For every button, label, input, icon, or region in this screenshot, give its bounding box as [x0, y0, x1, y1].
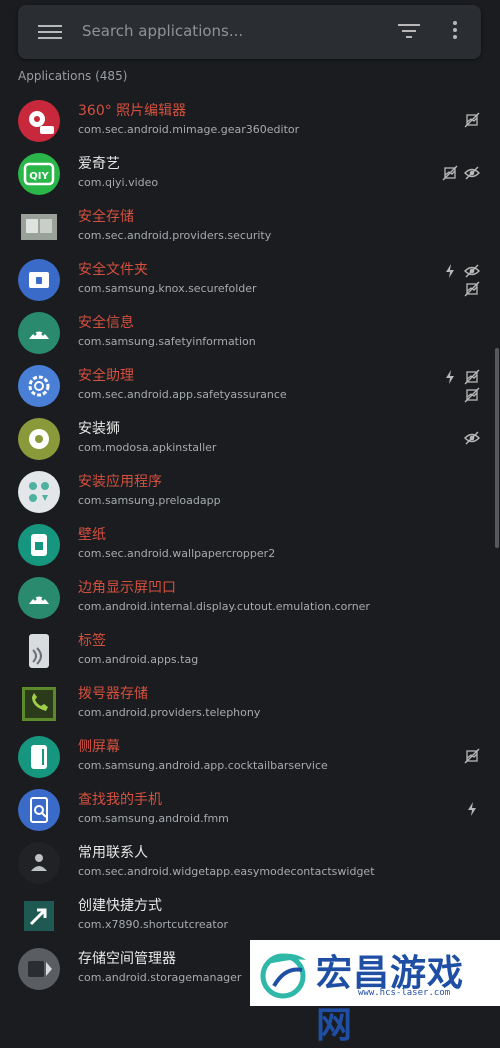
- app-package-name: com.sec.android.widgetapp.easymodecontac…: [78, 865, 375, 878]
- no-trackers-icon: [464, 281, 480, 297]
- app-list-item[interactable]: 创建快捷方式 com.x7890.shortcutcreator: [0, 889, 500, 942]
- app-package-name: com.samsung.safetyinformation: [78, 335, 256, 348]
- no-trackers-icon: [464, 112, 480, 128]
- svg-text:QIY: QIY: [29, 171, 49, 182]
- app-list-item[interactable]: 壁纸 com.sec.android.wallpapercropper2: [0, 518, 500, 571]
- app-name: 边角显示屏凹口: [78, 580, 176, 596]
- app-package-name: com.sec.android.wallpapercropper2: [78, 547, 276, 560]
- app-list-item[interactable]: 侧屏幕 com.samsung.android.app.cocktailbarse…: [0, 730, 500, 783]
- app-package-name: com.samsung.android.app.cocktailbarservi…: [78, 759, 328, 772]
- app-name: 爱奇艺: [78, 156, 120, 172]
- app-name: 查找我的手机: [78, 792, 162, 808]
- filter-icon[interactable]: [398, 24, 420, 40]
- app-icon: [18, 259, 60, 301]
- app-icon: [18, 842, 60, 884]
- app-package-name: com.modosa.apkinstaller: [78, 441, 217, 454]
- app-name: 安装狮: [78, 421, 120, 437]
- app-list-item[interactable]: 安装应用程序 com.samsung.preloadapp: [0, 465, 500, 518]
- app-status-flags: [442, 263, 482, 303]
- app-icon: [18, 895, 60, 937]
- bolt-icon: [442, 263, 458, 279]
- applications-count: Applications (485): [18, 69, 128, 83]
- search-input[interactable]: Search applications...: [82, 22, 243, 40]
- no-trackers-icon: [464, 369, 480, 385]
- app-package-name: com.android.providers.telephony: [78, 706, 261, 719]
- app-name: 存储空间管理器: [78, 951, 176, 967]
- app-name: 壁纸: [78, 527, 106, 543]
- hidden-icon: [464, 263, 480, 279]
- app-icon: [18, 630, 60, 672]
- hidden-icon: [464, 165, 480, 181]
- app-package-name: com.samsung.preloadapp: [78, 494, 221, 507]
- app-icon: [18, 736, 60, 778]
- app-icon: [18, 100, 60, 142]
- app-status-flags: [442, 422, 482, 462]
- bolt-icon: [464, 801, 480, 817]
- app-name: 侧屏幕: [78, 739, 120, 755]
- app-icon: [18, 789, 60, 831]
- app-status-flags: [442, 793, 482, 833]
- app-list-item[interactable]: 安全信息 com.samsung.safetyinformation: [0, 306, 500, 359]
- app-icon: [18, 418, 60, 460]
- app-package-name: com.samsung.android.fmm: [78, 812, 229, 825]
- no-trackers-icon: [442, 165, 458, 181]
- app-icon: [18, 948, 60, 990]
- app-list-item[interactable]: QIY 爱奇艺 com.qiyi.video: [0, 147, 500, 200]
- bolt-icon: [442, 369, 458, 385]
- hidden-icon: [464, 430, 480, 446]
- app-list-item[interactable]: 标签 com.android.apps.tag: [0, 624, 500, 677]
- app-list-item[interactable]: 安全存储 com.sec.android.providers.security: [0, 200, 500, 253]
- no-trackers-icon: [464, 748, 480, 764]
- app-name: 常用联系人: [78, 845, 148, 861]
- app-package-name: com.qiyi.video: [78, 176, 159, 189]
- app-list-item[interactable]: 拨号器存储 com.android.providers.telephony: [0, 677, 500, 730]
- app-icon: [18, 365, 60, 407]
- app-list-item[interactable]: 安全文件夹 com.samsung.knox.securefolder: [0, 253, 500, 306]
- app-name: 创建快捷方式: [78, 898, 162, 914]
- app-list-item[interactable]: 安全助理 com.sec.android.app.safetyassurance: [0, 359, 500, 412]
- app-package-name: com.android.storagemanager: [78, 971, 242, 984]
- app-icon: [18, 577, 60, 619]
- app-package-name: com.sec.android.providers.security: [78, 229, 272, 242]
- app-package-name: com.sec.android.app.safetyassurance: [78, 388, 287, 401]
- app-icon: [18, 524, 60, 566]
- app-icon: QIY: [18, 153, 60, 195]
- search-bar[interactable]: Search applications...: [18, 5, 481, 59]
- app-name: 安全助理: [78, 368, 134, 384]
- app-name: 安全文件夹: [78, 262, 148, 278]
- app-package-name: com.android.internal.display.cutout.emul…: [78, 600, 370, 613]
- app-list-item[interactable]: 360° 照片编辑器 com.sec.android.mimage.gear360…: [0, 94, 500, 147]
- app-status-flags: [442, 104, 482, 144]
- app-icon: [18, 206, 60, 248]
- watermark-emblem-icon: [260, 953, 306, 999]
- app-name: 360° 照片编辑器: [78, 103, 187, 119]
- app-icon: [18, 683, 60, 725]
- more-options-icon[interactable]: [452, 21, 458, 43]
- app-package-name: com.android.apps.tag: [78, 653, 199, 666]
- app-icon: [18, 312, 60, 354]
- watermark-logo: 宏昌游戏网 www.hcs-laser.com: [250, 940, 500, 1046]
- app-list-item[interactable]: 查找我的手机 com.samsung.android.fmm: [0, 783, 500, 836]
- app-list-item[interactable]: 边角显示屏凹口 com.android.internal.display.cuto…: [0, 571, 500, 624]
- menu-icon[interactable]: [38, 22, 62, 42]
- app-list-item[interactable]: 安装狮 com.modosa.apkinstaller: [0, 412, 500, 465]
- app-package-name: com.samsung.knox.securefolder: [78, 282, 257, 295]
- app-name: 安全存储: [78, 209, 134, 225]
- app-name: 标签: [78, 633, 106, 649]
- app-name: 安装应用程序: [78, 474, 162, 490]
- no-trackers-icon: [464, 387, 480, 403]
- watermark-url: www.hcs-laser.com: [358, 988, 451, 998]
- app-package-name: com.sec.android.mimage.gear360editor: [78, 123, 300, 136]
- app-name: 安全信息: [78, 315, 134, 331]
- app-status-flags: [442, 369, 482, 409]
- app-name: 拨号器存储: [78, 686, 148, 702]
- app-list-item[interactable]: 常用联系人 com.sec.android.widgetapp.easymodec…: [0, 836, 500, 889]
- app-status-flags: [442, 740, 482, 780]
- app-list: 360° 照片编辑器 com.sec.android.mimage.gear360…: [0, 94, 500, 995]
- app-package-name: com.x7890.shortcutcreator: [78, 918, 228, 931]
- scrollbar[interactable]: [495, 348, 499, 548]
- app-status-flags: [442, 157, 482, 197]
- app-icon: [18, 471, 60, 513]
